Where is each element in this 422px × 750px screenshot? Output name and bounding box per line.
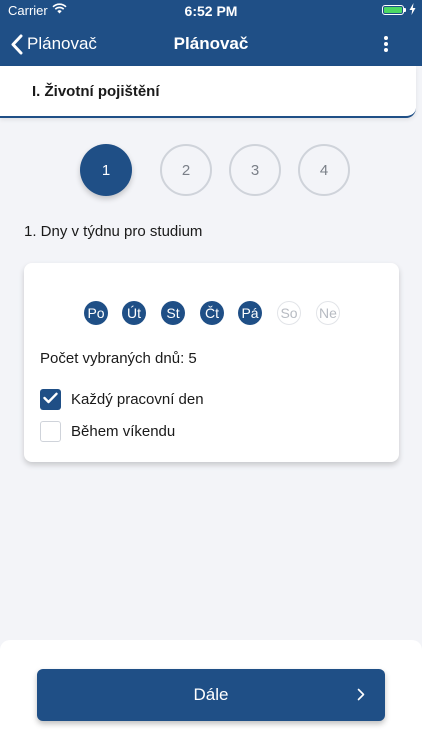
next-button-label: Dále	[193, 685, 229, 704]
more-options-icon[interactable]	[372, 22, 400, 66]
battery-tip	[404, 8, 406, 12]
every-workday-label[interactable]: Každý pracovní den	[71, 391, 204, 408]
back-button[interactable]: Plánovač	[10, 22, 97, 66]
day-saturday[interactable]: So	[277, 301, 301, 325]
back-button-label: Plánovač	[27, 34, 97, 53]
battery-icon	[382, 5, 404, 15]
selected-days-count: Počet vybraných dnů: 5	[40, 350, 197, 367]
chevron-right-icon	[357, 688, 365, 706]
day-monday[interactable]: Po	[84, 301, 108, 325]
day-sunday[interactable]: Ne	[316, 301, 340, 325]
question-label: 1. Dny v týdnu pro studium	[24, 223, 203, 240]
section-title: I. Životní pojištění	[32, 83, 160, 100]
every-workday-checkbox[interactable]	[40, 389, 61, 410]
weekend-checkbox[interactable]	[40, 421, 61, 442]
step-4[interactable]: 4	[298, 144, 350, 196]
weekend-label[interactable]: Během víkendu	[71, 423, 175, 440]
day-thursday[interactable]: Čt	[200, 301, 224, 325]
chevron-left-icon	[10, 34, 23, 55]
charging-icon	[409, 3, 416, 18]
day-friday[interactable]: Pá	[238, 301, 262, 325]
step-1[interactable]: 1	[80, 144, 132, 196]
day-wednesday[interactable]: St	[161, 301, 185, 325]
step-2[interactable]: 2	[160, 144, 212, 196]
next-button[interactable]: Dále	[37, 669, 385, 721]
step-3[interactable]: 3	[229, 144, 281, 196]
section-header: I. Životní pojištění	[0, 66, 416, 118]
checkmark-icon	[43, 391, 58, 409]
navigation-bar: Plánovač Plánovač	[0, 22, 422, 66]
day-tuesday[interactable]: Út	[122, 301, 146, 325]
status-bar: Carrier 6:52 PM	[0, 0, 422, 22]
status-time: 6:52 PM	[184, 3, 238, 19]
days-card: Po Út St Čt Pá So Ne Počet vybraných dnů…	[24, 263, 399, 462]
